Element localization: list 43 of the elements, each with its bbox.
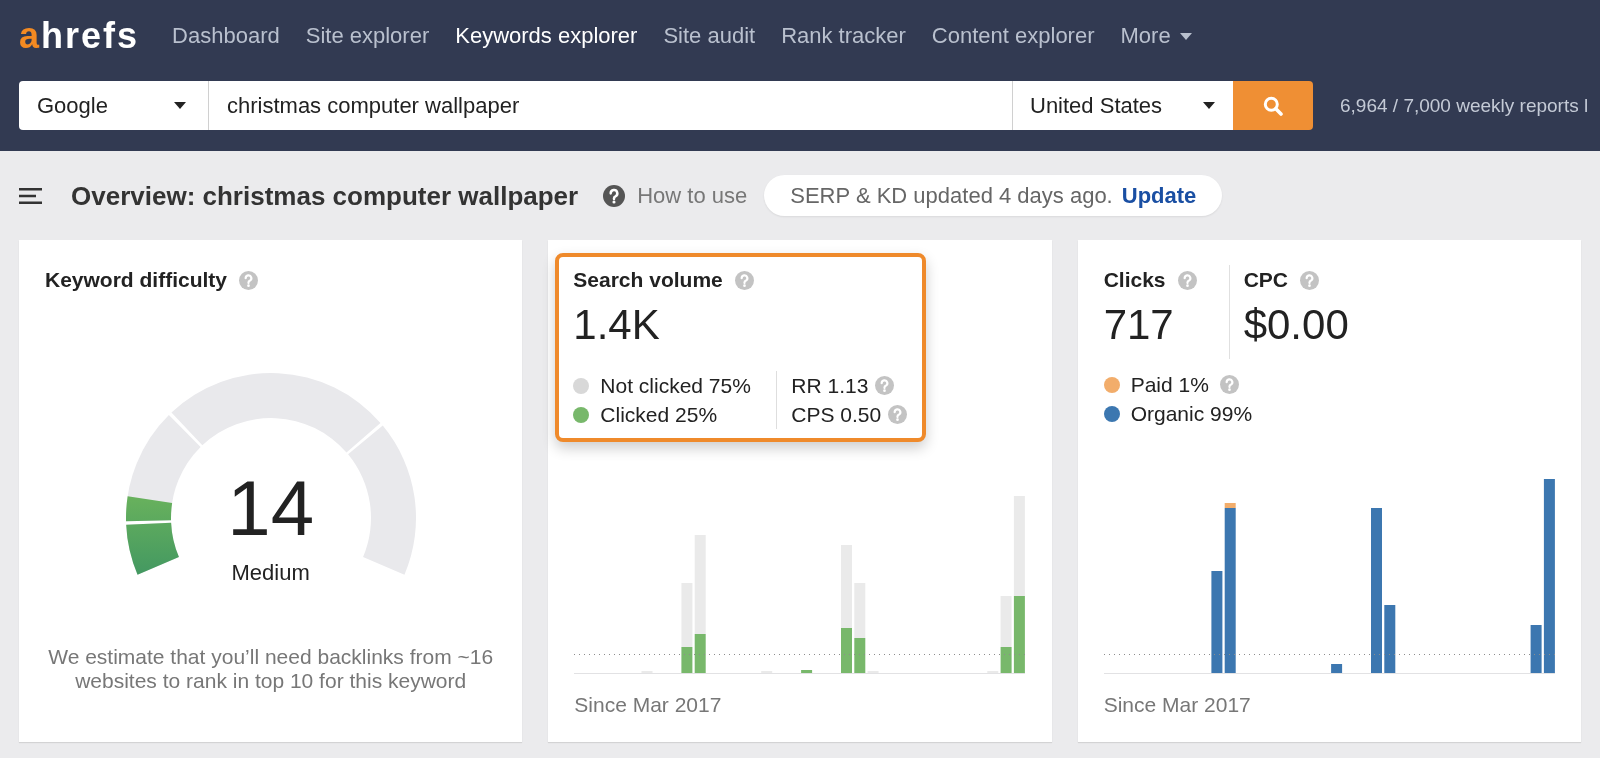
search-button[interactable] xyxy=(1233,81,1313,130)
menu-icon[interactable] xyxy=(19,187,42,204)
difficulty-note: We estimate that you’ll need backlinks from ~16 websites to rank in top 10 for this keyword xyxy=(47,645,495,693)
metric-label: CPS 0.50 xyxy=(791,402,882,427)
nav-link[interactable]: Site audit xyxy=(663,23,756,49)
difficulty-rating: Medium xyxy=(231,561,310,585)
page-title: Overview: christmas computer wallpaper xyxy=(71,180,579,211)
caret-icon xyxy=(1179,32,1192,40)
chart-period: Since Mar 2017 xyxy=(1103,693,1252,717)
help-icon[interactable] xyxy=(603,184,626,207)
report-quota: 6,964 / 7,000 weekly reports l xyxy=(1340,94,1589,117)
metric-value: 717 xyxy=(1103,302,1175,348)
nav-link[interactable]: Keywords explorer xyxy=(455,23,638,49)
search-engine-dropdown[interactable]: Google xyxy=(19,81,209,130)
card-title: Clicks xyxy=(1103,269,1166,291)
update-link[interactable]: Update xyxy=(1121,182,1197,209)
metric-label: RR 1.13 xyxy=(791,373,869,398)
country-dropdown[interactable]: United States xyxy=(1013,81,1233,130)
legend-label: Not clicked 75% xyxy=(600,373,751,398)
metric-value: $0.00 xyxy=(1243,302,1349,348)
clicks-bar xyxy=(1330,664,1342,673)
card-title: Search volume xyxy=(573,269,723,291)
chart-period: Since Mar 2017 xyxy=(574,693,723,717)
caret-icon xyxy=(174,102,186,109)
nav-link[interactable]: More xyxy=(1120,23,1192,49)
nav-link[interactable]: Rank tracker xyxy=(781,23,906,49)
card-title: CPC xyxy=(1243,269,1288,291)
legend-label: Organic 99% xyxy=(1130,401,1253,426)
nav-link[interactable]: Content explorer xyxy=(931,23,1095,49)
search-icon xyxy=(1263,95,1283,116)
caret-icon xyxy=(1203,102,1215,109)
nav-link[interactable]: Site explorer xyxy=(305,23,430,49)
search-volume-value: 1.4K xyxy=(573,302,661,348)
volume-bar xyxy=(801,670,813,673)
how-to-use-link[interactable]: How to use xyxy=(603,182,748,209)
logo[interactable]: ahrefs xyxy=(19,16,140,56)
card-title: Keyword difficulty xyxy=(45,269,228,291)
keyword-input[interactable]: christmas computer wallpaper xyxy=(209,81,1013,130)
legend-label: Clicked 25% xyxy=(600,402,718,427)
notice-text: SERP & KD updated 4 days ago. xyxy=(790,182,1113,209)
nav-link[interactable]: Dashboard xyxy=(172,23,280,49)
difficulty-score: 14 xyxy=(227,463,315,553)
legend-label: Paid 1% xyxy=(1130,372,1209,397)
